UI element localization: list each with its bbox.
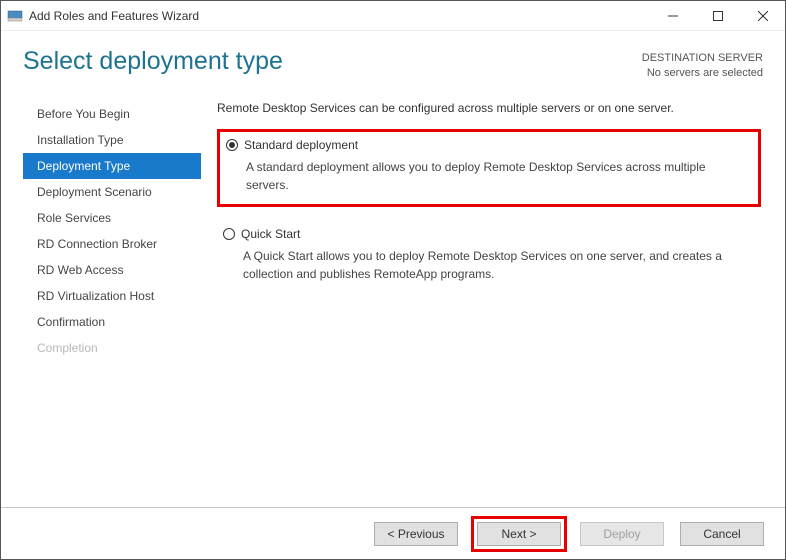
window-controls bbox=[650, 1, 785, 30]
step-role-services[interactable]: Role Services bbox=[23, 205, 201, 231]
maximize-button[interactable] bbox=[695, 1, 740, 31]
option-quickstart-label: Quick Start bbox=[241, 227, 300, 241]
option-quick-start[interactable]: Quick Start A Quick Start allows you to … bbox=[217, 221, 761, 293]
next-button[interactable]: Next > bbox=[477, 522, 561, 546]
option-standard-deployment[interactable]: Standard deployment A standard deploymen… bbox=[217, 129, 761, 207]
next-frame: Next > bbox=[471, 516, 567, 552]
step-confirmation[interactable]: Confirmation bbox=[23, 309, 201, 335]
window-title: Add Roles and Features Wizard bbox=[29, 9, 650, 23]
intro-text: Remote Desktop Services can be configure… bbox=[217, 101, 761, 115]
step-installation-type[interactable]: Installation Type bbox=[23, 127, 201, 153]
step-rd-virtualization-host[interactable]: RD Virtualization Host bbox=[23, 283, 201, 309]
step-deployment-type[interactable]: Deployment Type bbox=[23, 153, 201, 179]
close-button[interactable] bbox=[740, 1, 785, 31]
radio-standard-icon[interactable] bbox=[226, 139, 238, 151]
header: Select deployment type DESTINATION SERVE… bbox=[1, 31, 785, 89]
titlebar: Add Roles and Features Wizard bbox=[1, 1, 785, 31]
option-quickstart-description: A Quick Start allows you to deploy Remot… bbox=[223, 247, 753, 283]
radio-quickstart-icon[interactable] bbox=[223, 228, 235, 240]
destination-server-status: No servers are selected bbox=[642, 66, 763, 81]
minimize-button[interactable] bbox=[650, 1, 695, 31]
deploy-frame: Deploy bbox=[577, 519, 667, 549]
sidebar: Before You Begin Installation Type Deplo… bbox=[1, 101, 201, 507]
option-standard-label: Standard deployment bbox=[244, 138, 358, 152]
step-completion: Completion bbox=[23, 335, 201, 361]
option-quickstart-label-row[interactable]: Quick Start bbox=[223, 227, 753, 241]
wizard-window: Add Roles and Features Wizard Select dep… bbox=[0, 0, 786, 560]
step-rd-connection-broker[interactable]: RD Connection Broker bbox=[23, 231, 201, 257]
previous-button[interactable]: < Previous bbox=[374, 522, 458, 546]
step-rd-web-access[interactable]: RD Web Access bbox=[23, 257, 201, 283]
footer: < Previous Next > Deploy Cancel bbox=[1, 507, 785, 559]
option-spacer bbox=[217, 207, 761, 221]
page-title: Select deployment type bbox=[23, 47, 642, 76]
previous-frame: < Previous bbox=[371, 519, 461, 549]
cancel-frame: Cancel bbox=[677, 519, 767, 549]
deploy-button: Deploy bbox=[580, 522, 664, 546]
option-standard-label-row[interactable]: Standard deployment bbox=[226, 138, 750, 152]
destination-server-info: DESTINATION SERVER No servers are select… bbox=[642, 47, 763, 81]
step-deployment-scenario[interactable]: Deployment Scenario bbox=[23, 179, 201, 205]
cancel-button[interactable]: Cancel bbox=[680, 522, 764, 546]
main-content: Remote Desktop Services can be configure… bbox=[201, 101, 785, 507]
option-standard-description: A standard deployment allows you to depl… bbox=[226, 158, 750, 194]
destination-server-label: DESTINATION SERVER bbox=[642, 51, 763, 66]
step-before-you-begin[interactable]: Before You Begin bbox=[23, 101, 201, 127]
server-manager-icon bbox=[7, 8, 23, 24]
wizard-body: Before You Begin Installation Type Deplo… bbox=[1, 89, 785, 507]
